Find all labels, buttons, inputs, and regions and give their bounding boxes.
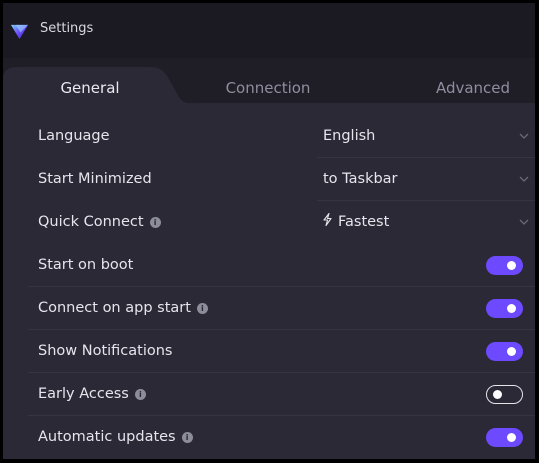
title-bar: Settings [3,3,535,58]
proton-vpn-logo-icon [10,24,29,40]
tab-advanced[interactable]: Advanced [408,58,535,103]
show-notifications-toggle[interactable] [486,342,523,361]
connect-on-app-start-toggle[interactable] [486,299,523,318]
window-title: Settings [40,21,94,36]
chevron-down-icon [519,133,529,139]
show-notifications-label: Show Notifications [38,343,173,359]
tab-bar: General Connection Advanced [3,58,535,104]
setting-row-show-notifications: Show Notifications [28,330,535,373]
setting-row-language: Language English [28,115,535,158]
early-access-label-wrap: Early Access i [38,373,146,416]
lightning-bolt-icon [323,213,332,226]
early-access-toggle[interactable] [486,385,523,404]
connect-on-app-start-label: Connect on app start [38,300,191,316]
quick-connect-label-wrap: Quick Connect i [38,201,161,244]
toggle-knob [507,304,516,313]
toggle-knob [493,390,502,399]
toggle-knob [507,347,516,356]
language-label: Language [38,128,110,144]
setting-row-start-minimized: Start Minimized to Taskbar [28,158,535,201]
chevron-down-icon [519,219,529,225]
language-select[interactable]: English [317,115,535,158]
info-icon[interactable]: i [149,217,161,228]
setting-row-quick-connect: Quick Connect i Fastest [28,201,535,244]
start-on-boot-toggle[interactable] [486,256,523,275]
connect-on-app-start-label-wrap: Connect on app start i [38,287,208,330]
language-value: English [323,128,376,144]
tab-connection[interactable]: Connection [203,58,333,103]
automatic-updates-label: Automatic updates [38,429,176,445]
setting-row-start-on-boot: Start on boot [28,244,535,287]
quick-connect-select[interactable]: Fastest [317,201,535,244]
early-access-label: Early Access [38,386,129,402]
toggle-knob [507,433,516,442]
setting-row-automatic-updates: Automatic updates i [28,416,535,459]
automatic-updates-toggle[interactable] [486,428,523,447]
info-icon[interactable]: i [196,303,208,314]
quick-connect-value: Fastest [338,214,390,230]
info-icon[interactable]: i [134,389,146,400]
quick-connect-label: Quick Connect [38,214,144,230]
setting-row-connect-on-app-start: Connect on app start i [28,287,535,330]
chevron-down-icon [519,176,529,182]
start-minimized-label: Start Minimized [38,171,152,187]
start-minimized-value: to Taskbar [323,171,398,187]
tab-general[interactable]: General [25,58,155,103]
setting-row-early-access: Early Access i [28,373,535,416]
info-icon[interactable]: i [181,432,193,443]
quick-connect-value-wrap: Fastest [323,201,389,244]
toggle-knob [507,261,516,270]
start-on-boot-label: Start on boot [38,257,134,273]
settings-window: Settings General Connection Advanced Lan… [3,3,535,459]
automatic-updates-label-wrap: Automatic updates i [38,416,193,459]
start-minimized-select[interactable]: to Taskbar [317,158,535,201]
